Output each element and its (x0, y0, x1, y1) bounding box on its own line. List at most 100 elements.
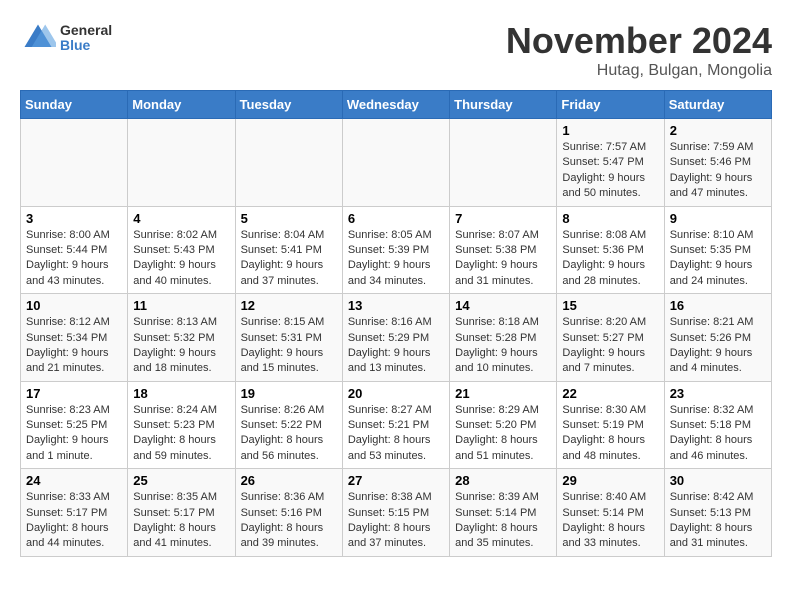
day-number: 6 (348, 211, 444, 226)
weekday-header: Saturday (664, 91, 771, 119)
logo: General Blue (20, 20, 112, 56)
calendar-table: SundayMondayTuesdayWednesdayThursdayFrid… (20, 90, 772, 557)
day-info: Sunrise: 8:16 AM Sunset: 5:29 PM Dayligh… (348, 315, 444, 377)
title-section: November 2024 Hutag, Bulgan, Mongolia (506, 20, 772, 80)
calendar-cell (342, 119, 449, 207)
calendar-cell: 19 Sunrise: 8:26 AM Sunset: 5:22 PM Dayli… (235, 381, 342, 469)
day-number: 27 (348, 473, 444, 488)
calendar-cell: 20Sunrise: 8:27 AM Sunset: 5:21 PM Dayli… (342, 381, 449, 469)
day-info: Sunrise: 8:24 AM Sunset: 5:23 PM Dayligh… (133, 403, 229, 465)
calendar-cell: 13Sunrise: 8:16 AM Sunset: 5:29 PM Dayli… (342, 294, 449, 382)
day-number: 24 (26, 473, 122, 488)
day-info: Sunrise: 8:33 AM Sunset: 5:17 PM Dayligh… (26, 490, 122, 552)
day-number: 1 (562, 123, 658, 138)
calendar-cell: 30 Sunrise: 8:42 AM Sunset: 5:13 PM Dayli… (664, 469, 771, 557)
weekday-header: Wednesday (342, 91, 449, 119)
calendar-cell: 1 Sunrise: 7:57 AM Sunset: 5:47 PM Daylig… (557, 119, 664, 207)
day-number: 14 (455, 298, 551, 313)
day-info: Sunrise: 7:57 AM Sunset: 5:47 PM Dayligh… (562, 140, 658, 202)
calendar-week-row: 24 Sunrise: 8:33 AM Sunset: 5:17 PM Dayli… (21, 469, 772, 557)
calendar-cell (128, 119, 235, 207)
calendar-cell: 24 Sunrise: 8:33 AM Sunset: 5:17 PM Dayli… (21, 469, 128, 557)
day-info: Sunrise: 8:35 AM Sunset: 5:17 PM Dayligh… (133, 490, 229, 552)
day-number: 7 (455, 211, 551, 226)
calendar-cell (21, 119, 128, 207)
calendar-cell: 17Sunrise: 8:23 AM Sunset: 5:25 PM Dayli… (21, 381, 128, 469)
calendar-cell: 6 Sunrise: 8:05 AM Sunset: 5:39 PM Daylig… (342, 206, 449, 294)
day-number: 21 (455, 386, 551, 401)
day-number: 16 (670, 298, 766, 313)
weekday-header: Monday (128, 91, 235, 119)
day-info: Sunrise: 8:02 AM Sunset: 5:43 PM Dayligh… (133, 228, 229, 290)
calendar-week-row: 17Sunrise: 8:23 AM Sunset: 5:25 PM Dayli… (21, 381, 772, 469)
day-number: 30 (670, 473, 766, 488)
day-number: 10 (26, 298, 122, 313)
calendar-cell: 3 Sunrise: 8:00 AM Sunset: 5:44 PM Daylig… (21, 206, 128, 294)
calendar-cell: 15 Sunrise: 8:20 AM Sunset: 5:27 PM Dayli… (557, 294, 664, 382)
calendar-cell: 14 Sunrise: 8:18 AM Sunset: 5:28 PM Dayli… (450, 294, 557, 382)
day-info: Sunrise: 7:59 AM Sunset: 5:46 PM Dayligh… (670, 140, 766, 202)
day-info: Sunrise: 8:04 AM Sunset: 5:41 PM Dayligh… (241, 228, 337, 290)
day-info: Sunrise: 8:27 AM Sunset: 5:21 PM Dayligh… (348, 403, 444, 465)
day-info: Sunrise: 8:05 AM Sunset: 5:39 PM Dayligh… (348, 228, 444, 290)
day-number: 12 (241, 298, 337, 313)
calendar-cell (450, 119, 557, 207)
day-info: Sunrise: 8:12 AM Sunset: 5:34 PM Dayligh… (26, 315, 122, 377)
day-info: Sunrise: 8:40 AM Sunset: 5:14 PM Dayligh… (562, 490, 658, 552)
day-number: 25 (133, 473, 229, 488)
calendar-cell: 8Sunrise: 8:08 AM Sunset: 5:36 PM Daylig… (557, 206, 664, 294)
day-info: Sunrise: 8:23 AM Sunset: 5:25 PM Dayligh… (26, 403, 122, 465)
calendar-cell: 10 Sunrise: 8:12 AM Sunset: 5:34 PM Dayli… (21, 294, 128, 382)
day-info: Sunrise: 8:07 AM Sunset: 5:38 PM Dayligh… (455, 228, 551, 290)
day-info: Sunrise: 8:29 AM Sunset: 5:20 PM Dayligh… (455, 403, 551, 465)
calendar-cell: 27Sunrise: 8:38 AM Sunset: 5:15 PM Dayli… (342, 469, 449, 557)
logo-blue: Blue (60, 38, 112, 53)
calendar-header-row: SundayMondayTuesdayWednesdayThursdayFrid… (21, 91, 772, 119)
calendar-week-row: 1 Sunrise: 7:57 AM Sunset: 5:47 PM Daylig… (21, 119, 772, 207)
calendar-cell: 29 Sunrise: 8:40 AM Sunset: 5:14 PM Dayli… (557, 469, 664, 557)
month-title: November 2024 (506, 20, 772, 62)
calendar-cell: 9Sunrise: 8:10 AM Sunset: 5:35 PM Daylig… (664, 206, 771, 294)
calendar-cell: 28Sunrise: 8:39 AM Sunset: 5:14 PM Dayli… (450, 469, 557, 557)
weekday-header: Thursday (450, 91, 557, 119)
calendar-cell: 25 Sunrise: 8:35 AM Sunset: 5:17 PM Dayli… (128, 469, 235, 557)
day-number: 26 (241, 473, 337, 488)
calendar-cell: 7 Sunrise: 8:07 AM Sunset: 5:38 PM Daylig… (450, 206, 557, 294)
calendar-cell: 22Sunrise: 8:30 AM Sunset: 5:19 PM Dayli… (557, 381, 664, 469)
calendar-week-row: 10 Sunrise: 8:12 AM Sunset: 5:34 PM Dayli… (21, 294, 772, 382)
calendar-cell: 26Sunrise: 8:36 AM Sunset: 5:16 PM Dayli… (235, 469, 342, 557)
day-number: 2 (670, 123, 766, 138)
day-number: 23 (670, 386, 766, 401)
day-number: 18 (133, 386, 229, 401)
day-info: Sunrise: 8:15 AM Sunset: 5:31 PM Dayligh… (241, 315, 337, 377)
day-info: Sunrise: 8:21 AM Sunset: 5:26 PM Dayligh… (670, 315, 766, 377)
logo-text: General Blue (60, 23, 112, 54)
day-info: Sunrise: 8:13 AM Sunset: 5:32 PM Dayligh… (133, 315, 229, 377)
calendar-week-row: 3 Sunrise: 8:00 AM Sunset: 5:44 PM Daylig… (21, 206, 772, 294)
day-info: Sunrise: 8:20 AM Sunset: 5:27 PM Dayligh… (562, 315, 658, 377)
day-info: Sunrise: 8:00 AM Sunset: 5:44 PM Dayligh… (26, 228, 122, 290)
day-info: Sunrise: 8:26 AM Sunset: 5:22 PM Dayligh… (241, 403, 337, 465)
logo-general: General (60, 23, 112, 38)
day-number: 15 (562, 298, 658, 313)
calendar-cell: 11Sunrise: 8:13 AM Sunset: 5:32 PM Dayli… (128, 294, 235, 382)
day-number: 22 (562, 386, 658, 401)
day-number: 4 (133, 211, 229, 226)
day-info: Sunrise: 8:18 AM Sunset: 5:28 PM Dayligh… (455, 315, 551, 377)
calendar-cell: 2 Sunrise: 7:59 AM Sunset: 5:46 PM Daylig… (664, 119, 771, 207)
day-info: Sunrise: 8:42 AM Sunset: 5:13 PM Dayligh… (670, 490, 766, 552)
weekday-header: Sunday (21, 91, 128, 119)
location: Hutag, Bulgan, Mongolia (506, 62, 772, 80)
calendar-cell: 4 Sunrise: 8:02 AM Sunset: 5:43 PM Daylig… (128, 206, 235, 294)
day-number: 19 (241, 386, 337, 401)
weekday-header: Tuesday (235, 91, 342, 119)
day-number: 3 (26, 211, 122, 226)
calendar-cell: 12 Sunrise: 8:15 AM Sunset: 5:31 PM Dayli… (235, 294, 342, 382)
day-info: Sunrise: 8:32 AM Sunset: 5:18 PM Dayligh… (670, 403, 766, 465)
day-info: Sunrise: 8:39 AM Sunset: 5:14 PM Dayligh… (455, 490, 551, 552)
weekday-header: Friday (557, 91, 664, 119)
calendar-cell: 21 Sunrise: 8:29 AM Sunset: 5:20 PM Dayli… (450, 381, 557, 469)
calendar-cell: 18 Sunrise: 8:24 AM Sunset: 5:23 PM Dayli… (128, 381, 235, 469)
day-number: 29 (562, 473, 658, 488)
calendar-cell: 5Sunrise: 8:04 AM Sunset: 5:41 PM Daylig… (235, 206, 342, 294)
